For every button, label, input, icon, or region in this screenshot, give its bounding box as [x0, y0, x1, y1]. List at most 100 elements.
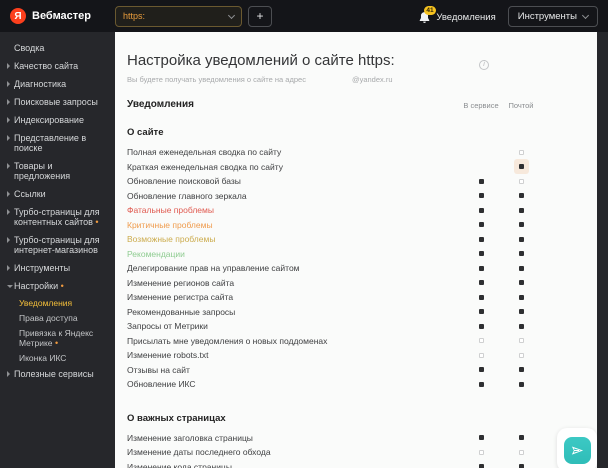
sidebar-item-турбо-страницы[interactable]: Турбо-страницы для контентных сайтов • [0, 207, 115, 227]
sidebar-item-инструменты[interactable]: Инструменты [0, 263, 115, 273]
checkbox-cell-service[interactable] [461, 338, 501, 344]
checkbox-cell-service[interactable] [461, 367, 501, 373]
checkbox-cell-mail[interactable] [501, 464, 541, 468]
sidebar-item-представление[interactable]: Представление в поиске [0, 133, 115, 153]
sidebar-item-уведомления[interactable]: Уведомления [0, 298, 115, 309]
sidebar-item-товары[interactable]: Товары и предложения [0, 161, 115, 181]
sidebar-item-привязка[interactable]: Привязка к Яндекс Метрике • [0, 328, 115, 348]
checkbox-checked[interactable] [478, 381, 484, 387]
checkbox-checked[interactable] [478, 367, 484, 373]
checkbox-cell-service[interactable] [461, 280, 501, 286]
checkbox-checked[interactable] [518, 381, 524, 387]
checkbox-checked[interactable] [518, 309, 524, 315]
yandex-logo[interactable]: Я [10, 8, 26, 24]
checkbox-cell-mail[interactable] [501, 193, 541, 199]
checkbox-checked[interactable] [478, 251, 484, 257]
checkbox-cell-service[interactable] [461, 352, 501, 358]
sidebar-item-права[interactable]: Права доступа [0, 313, 115, 324]
checkbox-checked[interactable] [478, 222, 484, 228]
sidebar-item-турбо-страницы[interactable]: Турбо-страницы для интернет-магазинов [0, 235, 115, 255]
checkbox-checked[interactable] [478, 294, 484, 300]
checkbox-cell-mail[interactable] [501, 207, 541, 213]
checkbox-checked[interactable] [518, 294, 524, 300]
checkbox-unchecked[interactable] [478, 449, 484, 455]
checkbox-cell-service[interactable] [461, 449, 501, 455]
add-site-button[interactable]: + [248, 5, 273, 27]
checkbox-unchecked[interactable] [478, 352, 484, 358]
info-icon[interactable]: i [479, 60, 489, 70]
checkbox-cell-mail[interactable] [501, 265, 541, 271]
checkbox-cell-mail[interactable] [501, 294, 541, 300]
checkbox-unchecked[interactable] [518, 178, 524, 184]
checkbox-cell-mail[interactable] [501, 352, 541, 358]
checkbox-checked[interactable] [518, 280, 524, 286]
chat-widget-button[interactable] [557, 428, 597, 468]
checkbox-cell-mail[interactable] [501, 222, 541, 228]
checkbox-checked[interactable] [518, 251, 524, 257]
checkbox-cell-service[interactable] [461, 323, 501, 329]
checkbox-checked[interactable] [478, 323, 484, 329]
checkbox-checked[interactable] [518, 464, 524, 468]
checkbox-cell-service[interactable] [461, 464, 501, 468]
checkbox-unchecked[interactable] [518, 449, 524, 455]
checkbox-cell-mail[interactable] [501, 236, 541, 242]
checkbox-checked[interactable] [478, 280, 484, 286]
checkbox-checked[interactable] [478, 265, 484, 271]
checkbox-cell-mail[interactable] [501, 159, 541, 175]
checkbox-checked[interactable] [478, 309, 484, 315]
checkbox-cell-mail[interactable] [501, 449, 541, 455]
sidebar-item-диагностика[interactable]: Диагностика [0, 79, 115, 89]
checkbox-cell-mail[interactable] [501, 309, 541, 315]
checkbox-cell-service[interactable] [461, 236, 501, 242]
checkbox-cell-service[interactable] [461, 178, 501, 184]
checkbox-checked[interactable] [478, 464, 484, 468]
checkbox-unchecked[interactable] [518, 352, 524, 358]
checkbox-checked[interactable] [478, 435, 484, 441]
checkbox-checked[interactable] [478, 207, 484, 213]
sidebar-item-ссылки[interactable]: Ссылки [0, 189, 115, 199]
tools-dropdown[interactable]: Инструменты [507, 5, 598, 27]
checkbox-cell-mail[interactable] [501, 338, 541, 344]
checkbox-checked[interactable] [518, 207, 524, 213]
checkbox-checked[interactable] [518, 236, 524, 242]
checkbox-checked[interactable] [518, 193, 524, 199]
checkbox-checked[interactable] [518, 435, 524, 441]
sidebar-item-настройки[interactable]: Настройки • [0, 281, 115, 291]
checkbox-cell-service[interactable] [461, 309, 501, 315]
checkbox-cell-mail[interactable] [501, 251, 541, 257]
checkbox-cell-service[interactable] [461, 381, 501, 387]
site-selector[interactable]: https: [115, 5, 243, 27]
checkbox-cell-mail[interactable] [501, 280, 541, 286]
checkbox-cell-service[interactable] [461, 294, 501, 300]
checkbox-cell-service[interactable] [461, 251, 501, 257]
checkbox-unchecked[interactable] [478, 338, 484, 344]
sidebar-item-полезные[interactable]: Полезные сервисы [0, 369, 115, 379]
sidebar-item-поисковые[interactable]: Поисковые запросы [0, 97, 115, 107]
checkbox-cell-service[interactable] [461, 193, 501, 199]
checkbox-cell-mail[interactable] [501, 323, 541, 329]
checkbox-checked[interactable] [518, 367, 524, 373]
sidebar-item-качество[interactable]: Качество сайта [0, 61, 115, 71]
checkbox-unchecked[interactable] [518, 338, 524, 344]
checkbox-unchecked[interactable] [518, 149, 524, 155]
checkbox-cell-service[interactable] [461, 435, 501, 441]
checkbox-checked[interactable] [478, 178, 484, 184]
checkbox-checked[interactable] [478, 236, 484, 242]
checkbox-checked[interactable] [518, 164, 524, 170]
checkbox-checked[interactable] [478, 193, 484, 199]
checkbox-cell-service[interactable] [461, 222, 501, 228]
checkbox-checked[interactable] [518, 222, 524, 228]
checkbox-checked[interactable] [518, 323, 524, 329]
checkbox-checked[interactable] [518, 265, 524, 271]
checkbox-cell-service[interactable] [461, 207, 501, 213]
checkbox-cell-mail[interactable] [501, 381, 541, 387]
checkbox-cell-mail[interactable] [501, 149, 541, 155]
checkbox-cell-mail[interactable] [501, 435, 541, 441]
sidebar-item-сводка[interactable]: Сводка [0, 43, 115, 53]
sidebar-item-иконка[interactable]: Иконка ИКС [0, 353, 115, 364]
checkbox-cell-mail[interactable] [501, 178, 541, 184]
notifications-button[interactable]: 41 Уведомления [418, 6, 496, 24]
checkbox-cell-service[interactable] [461, 265, 501, 271]
sidebar-item-индексирование[interactable]: Индексирование [0, 115, 115, 125]
checkbox-cell-mail[interactable] [501, 367, 541, 373]
